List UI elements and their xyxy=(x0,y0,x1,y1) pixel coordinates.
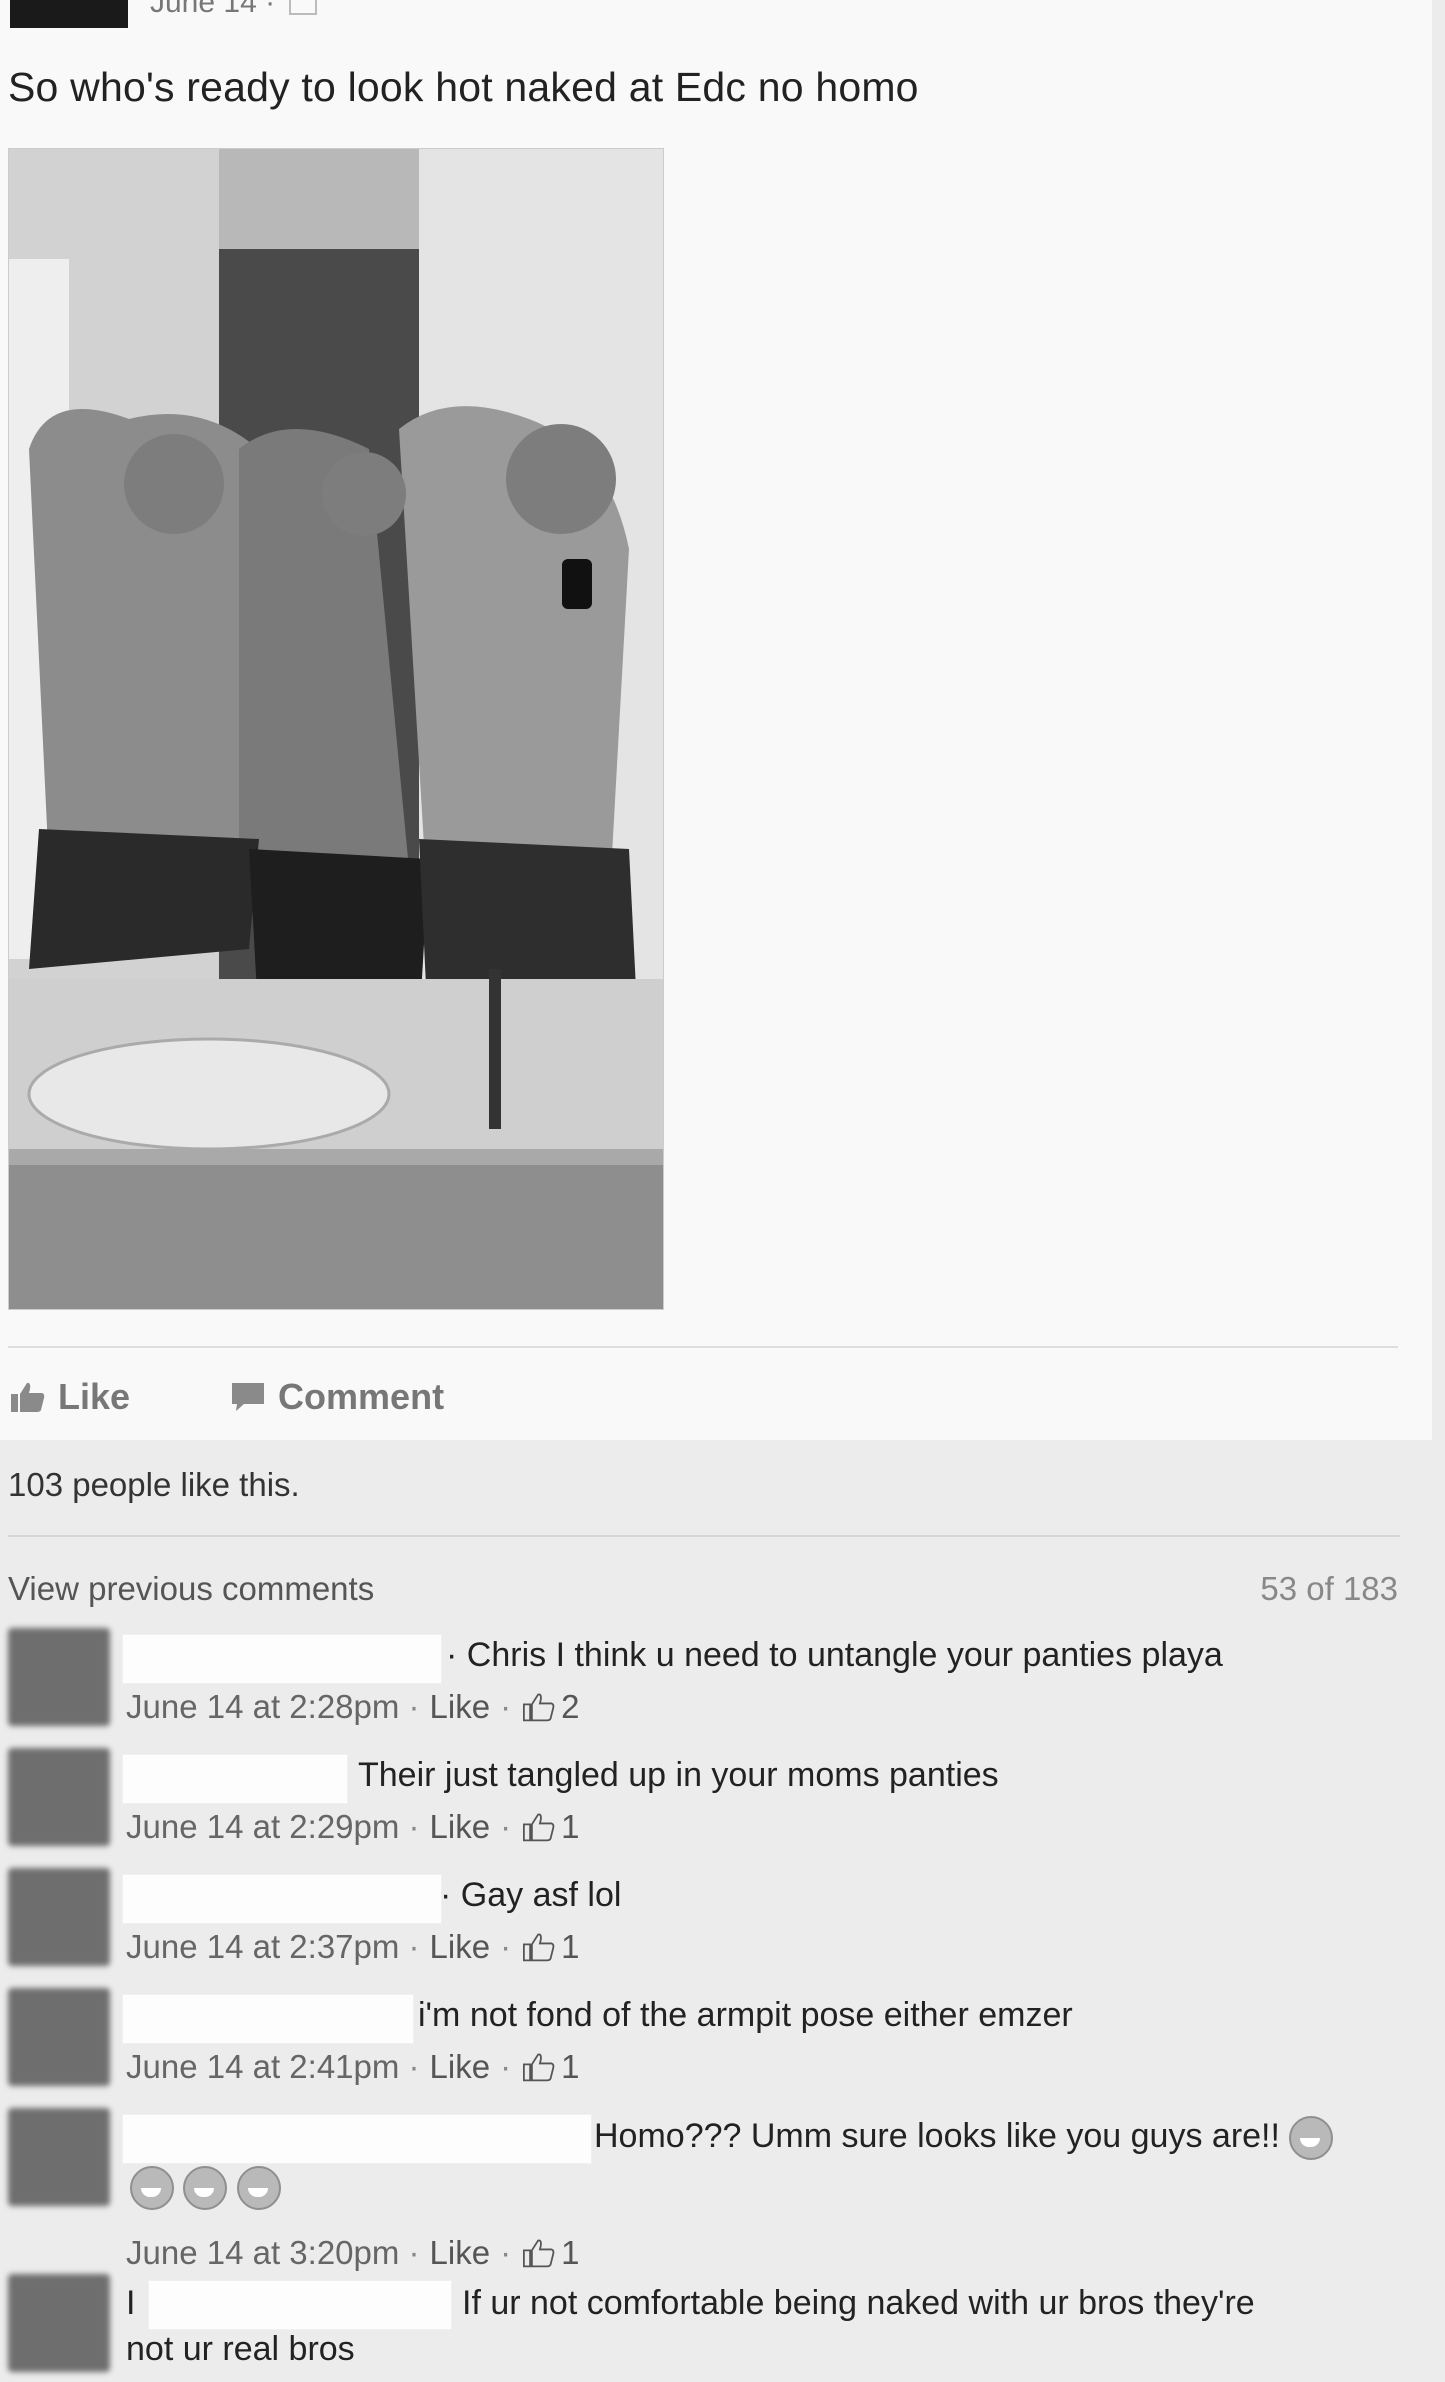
thumbs-up-icon xyxy=(523,2053,555,2082)
post-date-text: June 14 · xyxy=(150,0,276,19)
commenter-avatar[interactable] xyxy=(8,2108,110,2206)
commenter-name-redacted[interactable] xyxy=(122,2114,592,2164)
comment-meta: June 14 at 2:41pm · Like · 1 xyxy=(126,2048,580,2086)
comment-like-count[interactable]: 1 xyxy=(561,2234,579,2272)
likes-summary[interactable]: 103 people like this. xyxy=(8,1466,300,1504)
comment-text: · Chris I think u need to untangle your … xyxy=(446,1636,1223,1674)
comment-meta: June 14 at 3:20pm · Like · 1 xyxy=(126,2234,580,2272)
view-previous-comments-link[interactable]: View previous comments xyxy=(8,1570,374,1608)
like-button[interactable]: Like xyxy=(10,1376,130,1418)
comment-timestamp[interactable]: June 14 at 3:20pm xyxy=(126,2234,399,2272)
comment-like-link[interactable]: Like xyxy=(430,1688,491,1726)
comment-button[interactable]: Comment xyxy=(230,1376,444,1418)
comment-like-link[interactable]: Like xyxy=(430,1928,491,1966)
grinning-emoji-icon xyxy=(1289,2116,1334,2160)
commenter-name-redacted[interactable] xyxy=(122,1994,414,2044)
thumbs-up-icon xyxy=(523,2239,555,2268)
commenter-avatar[interactable] xyxy=(8,2274,110,2372)
grinning-emoji-icon xyxy=(236,2166,281,2210)
thumbs-up-icon xyxy=(11,1382,45,1412)
post-date[interactable]: June 14 · xyxy=(150,0,318,20)
post-card: June 14 · So who's ready to look hot nak… xyxy=(0,0,1434,1440)
comment-like-count[interactable]: 1 xyxy=(561,1808,579,1846)
post-actions: Like Comment xyxy=(10,1372,544,1422)
comment-like-count[interactable]: 1 xyxy=(561,2048,579,2086)
commenter-avatar[interactable] xyxy=(8,1868,110,1966)
emoji-row xyxy=(130,2166,281,2210)
scrollbar-track[interactable] xyxy=(1432,0,1445,2382)
comment-timestamp[interactable]: June 14 at 2:41pm xyxy=(126,2048,399,2086)
comment-text-line2: not ur real bros xyxy=(126,2330,355,2368)
comment-text: Their just tangled up in your moms panti… xyxy=(358,1756,999,1794)
divider xyxy=(8,1346,1398,1348)
comment-text: Homo??? Umm sure looks like you guys are… xyxy=(594,2116,1334,2160)
post-text: So who's ready to look hot naked at Edc … xyxy=(8,64,919,110)
comment-text: · Gay asf lol xyxy=(440,1876,622,1914)
comment-text: If ur not comfortable being naked with u… xyxy=(462,2284,1255,2322)
comment-like-link[interactable]: Like xyxy=(430,2048,491,2086)
comment-count: 53 of 183 xyxy=(1260,1570,1398,1607)
poster-avatar[interactable] xyxy=(10,0,128,28)
comment-text-prefix: I xyxy=(126,2284,136,2322)
commenter-name-redacted[interactable] xyxy=(122,1634,442,1684)
commenter-name-redacted[interactable] xyxy=(148,2280,452,2330)
thumbs-up-icon xyxy=(523,1693,555,1722)
comment-text: i'm not fond of the armpit pose either e… xyxy=(418,1996,1073,2034)
comment-timestamp[interactable]: June 14 at 2:29pm xyxy=(126,1808,399,1846)
grinning-emoji-icon xyxy=(183,2166,228,2210)
comment-meta: June 14 at 2:28pm · Like · 2 xyxy=(126,1688,580,1726)
commenter-avatar[interactable] xyxy=(8,1988,110,2086)
post-photo[interactable] xyxy=(8,148,664,1310)
commenter-name-redacted[interactable] xyxy=(122,1874,442,1924)
thumbs-up-icon xyxy=(523,1933,555,1962)
comment-like-count[interactable]: 1 xyxy=(561,1928,579,1966)
comment-meta: June 14 at 2:29pm · Like · 1 xyxy=(126,1808,580,1846)
commenter-name-redacted[interactable] xyxy=(122,1754,348,1804)
comment-like-link[interactable]: Like xyxy=(430,1808,491,1846)
comment-like-count[interactable]: 2 xyxy=(561,1688,579,1726)
comment-meta: June 14 at 2:37pm · Like · 1 xyxy=(126,1928,580,1966)
comments-section: 103 people like this. View previous comm… xyxy=(0,1440,1432,2382)
comment-timestamp[interactable]: June 14 at 2:28pm xyxy=(126,1688,399,1726)
comment-bubble-icon xyxy=(232,1383,265,1411)
commenter-avatar[interactable] xyxy=(8,1628,110,1726)
comment-label: Comment xyxy=(278,1376,445,1417)
like-label: Like xyxy=(58,1376,131,1417)
divider xyxy=(8,1535,1400,1537)
comment-timestamp[interactable]: June 14 at 2:37pm xyxy=(126,1928,399,1966)
commenter-avatar[interactable] xyxy=(8,1748,110,1846)
comment-like-link[interactable]: Like xyxy=(430,2234,491,2272)
grinning-emoji-icon xyxy=(130,2166,174,2210)
photo-icon xyxy=(289,0,318,16)
thumbs-up-icon xyxy=(523,1813,555,1842)
